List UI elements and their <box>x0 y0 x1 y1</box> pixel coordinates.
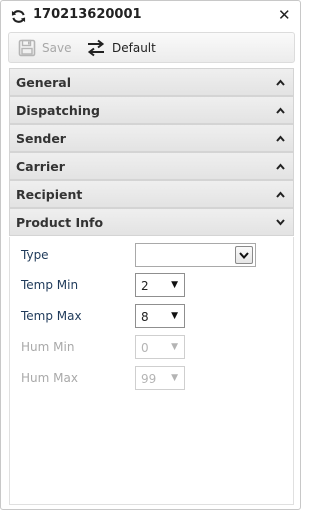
section-dispatching[interactable]: Dispatching <box>9 96 294 124</box>
section-label: Sender <box>16 131 66 146</box>
section-product-info[interactable]: Product Info <box>9 208 294 236</box>
hum-min-select: 0 ▼ <box>135 335 185 359</box>
section-general[interactable]: General <box>9 68 294 96</box>
section-label: General <box>16 75 71 90</box>
section-label: Recipient <box>16 187 83 202</box>
type-select[interactable] <box>135 243 256 267</box>
temp-max-value: 8 <box>141 310 149 324</box>
swap-arrows-icon <box>87 39 105 56</box>
default-label: Default <box>112 40 156 55</box>
temp-max-label: Temp Max <box>21 309 82 323</box>
hum-max-label: Hum Max <box>21 371 78 385</box>
save-button[interactable]: Save <box>18 33 71 62</box>
section-label: Carrier <box>16 159 65 174</box>
close-icon[interactable]: ✕ <box>278 7 291 23</box>
chevron-up-icon <box>276 79 285 86</box>
chevron-down-icon <box>239 251 249 259</box>
hum-min-value: 0 <box>141 341 149 355</box>
section-recipient[interactable]: Recipient <box>9 180 294 208</box>
section-sender[interactable]: Sender <box>9 124 294 152</box>
chevron-up-icon <box>276 191 285 198</box>
section-label: Product Info <box>16 215 104 230</box>
dropdown-arrow-icon: ▼ <box>171 342 178 352</box>
temp-max-select[interactable]: 8 ▼ <box>135 304 185 328</box>
product-info-content: Type Temp Min 2 ▼ Temp Max 8 ▼ Hum Min 0… <box>9 237 294 505</box>
refresh-icon[interactable] <box>11 9 26 24</box>
default-button[interactable]: Default <box>86 33 156 62</box>
type-label: Type <box>21 248 49 262</box>
temp-min-value: 2 <box>141 279 149 293</box>
section-carrier[interactable]: Carrier <box>9 152 294 180</box>
dropdown-arrow-icon: ▼ <box>171 280 178 290</box>
chevron-up-icon <box>276 135 285 142</box>
temp-min-select[interactable]: 2 ▼ <box>135 273 185 297</box>
window-title: 170213620001 <box>33 7 142 22</box>
toolbar: Save Default <box>8 32 295 63</box>
dropdown-arrow-icon: ▼ <box>171 311 178 321</box>
dropdown-arrow-icon: ▼ <box>171 373 178 383</box>
chevron-up-icon <box>276 107 285 114</box>
floppy-disk-icon <box>18 39 36 56</box>
title-bar: 170213620001 ✕ <box>1 1 300 30</box>
dropdown-button[interactable] <box>235 246 253 264</box>
save-label: Save <box>42 40 72 55</box>
temp-min-label: Temp Min <box>21 278 79 292</box>
shipment-panel: 170213620001 ✕ Save Default General Disp… <box>0 0 301 510</box>
section-label: Dispatching <box>16 103 100 118</box>
chevron-up-icon <box>276 163 285 170</box>
hum-max-value: 99 <box>141 372 157 386</box>
hum-max-select: 99 ▼ <box>135 366 185 390</box>
chevron-down-icon <box>276 219 285 226</box>
hum-min-label: Hum Min <box>21 340 75 354</box>
